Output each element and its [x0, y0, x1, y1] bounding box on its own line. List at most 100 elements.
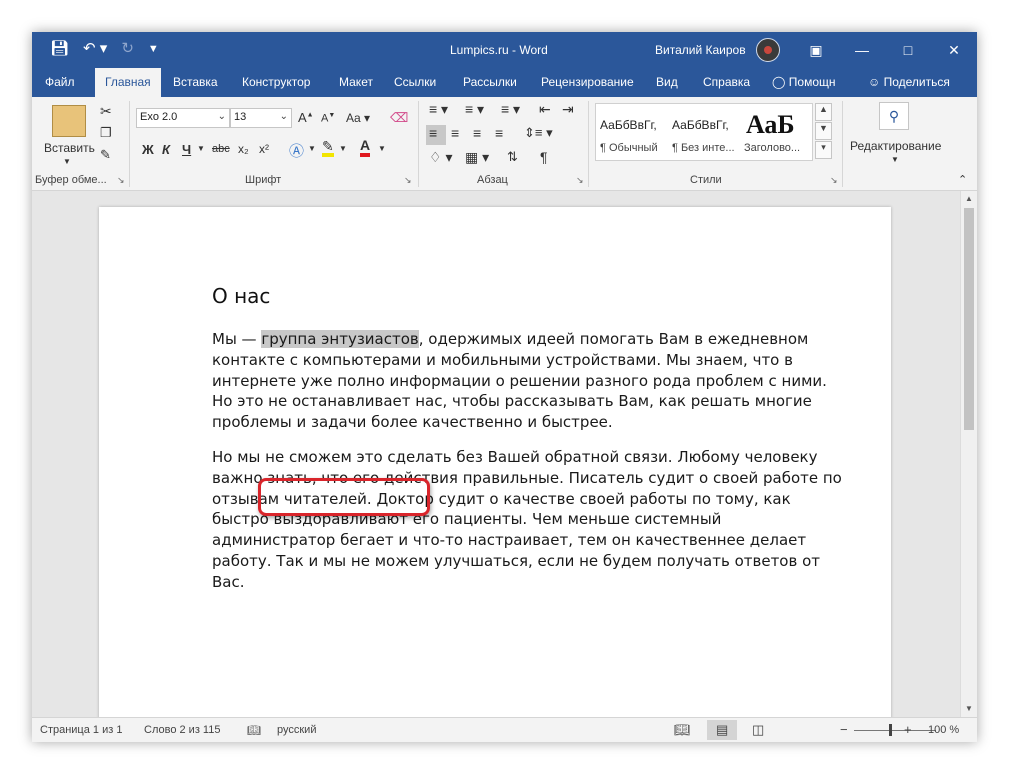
- show-marks-icon[interactable]: ¶: [540, 149, 548, 165]
- multilevel-list-icon[interactable]: ≡ ▾: [501, 101, 520, 118]
- paste-icon[interactable]: [52, 105, 86, 137]
- font-name-box[interactable]: Exo 2.0 ⌄: [136, 108, 230, 128]
- italic-button[interactable]: К: [162, 142, 170, 157]
- tell-me-search[interactable]: ◯ Помощн: [772, 75, 836, 89]
- copy-icon[interactable]: ❐: [100, 125, 112, 141]
- maximize-icon[interactable]: □: [885, 32, 931, 68]
- avatar[interactable]: [756, 38, 780, 62]
- style-heading[interactable]: АаБ Заголово...: [740, 104, 812, 160]
- web-layout-icon[interactable]: ◫: [752, 722, 764, 738]
- shading-icon[interactable]: ♢ ▾: [429, 149, 452, 166]
- collapse-ribbon-icon[interactable]: ⌃: [958, 173, 967, 186]
- proofing-icon[interactable]: 📖︎: [247, 724, 261, 737]
- scroll-up-icon[interactable]: ▲: [961, 191, 977, 207]
- word-count[interactable]: Слово 2 из 115: [144, 724, 220, 736]
- subscript-button[interactable]: x₂: [238, 142, 249, 156]
- bold-button[interactable]: Ж: [142, 142, 154, 157]
- save-icon[interactable]: 💾︎: [50, 40, 69, 58]
- line-spacing-icon[interactable]: ⇕≡ ▾: [524, 125, 553, 141]
- text-effects-dropdown-icon[interactable]: ▼: [308, 144, 316, 153]
- heading[interactable]: О нас: [212, 284, 270, 308]
- chevron-down-icon[interactable]: ⌄: [280, 111, 288, 122]
- paste-dropdown-icon[interactable]: ▼: [63, 157, 71, 166]
- more-styles-icon[interactable]: ▾: [815, 141, 832, 159]
- grow-font-icon[interactable]: A▲: [298, 110, 314, 125]
- font-group-label: Шрифт: [245, 174, 282, 186]
- scroll-thumb[interactable]: [964, 208, 974, 430]
- selected-text[interactable]: группа энтузиастов: [261, 330, 419, 348]
- clipboard-launcher-icon[interactable]: ↘: [117, 175, 125, 186]
- style-no-spacing[interactable]: АаБбВвГг, ¶ Без инте...: [668, 104, 740, 160]
- tab-insert[interactable]: Вставка: [173, 75, 218, 89]
- tab-help[interactable]: Справка: [703, 75, 750, 89]
- customize-qat-icon[interactable]: ▼: [148, 40, 159, 58]
- zoom-slider-knob[interactable]: [889, 724, 892, 736]
- format-painter-icon[interactable]: ✎: [100, 147, 111, 163]
- shrink-font-icon[interactable]: A▼: [321, 112, 335, 125]
- paragraph-2[interactable]: Но мы не сможем это сделать без Вашей об…: [212, 447, 842, 593]
- tab-mailings[interactable]: Рассылки: [463, 75, 517, 89]
- page-count[interactable]: Страница 1 из 1: [40, 724, 122, 736]
- strikethrough-button[interactable]: abc: [212, 143, 230, 155]
- style-preview: АаБ: [746, 110, 795, 139]
- document-page[interactable]: О нас Мы — группа энтузиастов, одержимых…: [99, 207, 891, 717]
- align-center-icon[interactable]: ≡: [451, 125, 459, 141]
- zoom-slider[interactable]: [854, 730, 936, 731]
- style-normal[interactable]: АаБбВвГг, ¶ Обычный: [596, 104, 668, 160]
- ribbon-display-icon[interactable]: ▣: [793, 32, 839, 68]
- underline-button[interactable]: Ч: [182, 142, 191, 157]
- undo-icon[interactable]: ↶ ▾: [83, 40, 107, 58]
- zoom-level[interactable]: 100 %: [928, 724, 959, 736]
- find-icon[interactable]: ⚲: [879, 102, 909, 130]
- chevron-down-icon[interactable]: ⌄: [218, 111, 226, 122]
- chevron-down-icon[interactable]: ▼: [815, 122, 832, 140]
- change-case-button[interactable]: Aa ▾: [346, 111, 370, 125]
- font-color-dropdown-icon[interactable]: ▼: [378, 144, 386, 153]
- user-name[interactable]: Виталий Каиров: [655, 43, 746, 57]
- vertical-scrollbar[interactable]: ▲ ▼: [960, 191, 977, 717]
- font-color-icon[interactable]: A: [360, 137, 371, 157]
- increase-indent-icon[interactable]: ⇥: [562, 101, 574, 118]
- tab-design[interactable]: Конструктор: [242, 75, 310, 89]
- borders-icon[interactable]: ▦ ▾: [465, 149, 489, 166]
- editing-button[interactable]: Редактирование: [850, 139, 941, 153]
- sort-icon[interactable]: ⇅: [507, 149, 518, 165]
- tab-file[interactable]: Файл: [45, 75, 75, 89]
- zoom-in-button[interactable]: +: [904, 722, 912, 737]
- clear-formatting-icon[interactable]: ⌫: [390, 110, 408, 126]
- chevron-up-icon[interactable]: ▲: [815, 103, 832, 121]
- superscript-button[interactable]: x²: [259, 142, 269, 156]
- paragraph-launcher-icon[interactable]: ↘: [576, 175, 584, 186]
- font-size-box[interactable]: 13 ⌄: [230, 108, 292, 128]
- read-mode-icon[interactable]: 📖︎: [674, 722, 691, 738]
- close-icon[interactable]: ✕: [931, 32, 977, 68]
- highlight-dropdown-icon[interactable]: ▼: [339, 144, 347, 153]
- tab-layout[interactable]: Макет: [339, 75, 373, 89]
- language-indicator[interactable]: русский: [277, 724, 316, 736]
- minimize-icon[interactable]: —: [839, 32, 885, 68]
- zoom-out-button[interactable]: −: [840, 722, 848, 737]
- cut-icon[interactable]: ✂: [100, 103, 112, 120]
- paste-button[interactable]: Вставить: [44, 141, 95, 155]
- paragraph-1[interactable]: Мы — группа энтузиастов, одержимых идеей…: [212, 329, 842, 433]
- redo-icon[interactable]: ↻: [121, 40, 134, 58]
- text-effects-icon[interactable]: Ⓐ: [289, 140, 304, 161]
- align-right-icon[interactable]: ≡: [473, 125, 481, 141]
- highlight-icon[interactable]: ✎: [322, 139, 334, 157]
- style-name: Заголово...: [744, 142, 801, 154]
- share-button[interactable]: ☺ Поделиться: [868, 75, 950, 89]
- tab-view[interactable]: Вид: [656, 75, 678, 89]
- tab-home[interactable]: Главная: [95, 68, 161, 97]
- tab-review[interactable]: Рецензирование: [541, 75, 634, 89]
- tab-references[interactable]: Ссылки: [394, 75, 436, 89]
- styles-launcher-icon[interactable]: ↘: [830, 175, 838, 186]
- underline-dropdown-icon[interactable]: ▼: [197, 144, 205, 153]
- numbering-icon[interactable]: ≡ ▾: [465, 101, 484, 118]
- decrease-indent-icon[interactable]: ⇤: [539, 101, 551, 118]
- font-size-value: 13: [234, 111, 247, 123]
- editing-dropdown-icon[interactable]: ▼: [891, 155, 899, 164]
- bullets-icon[interactable]: ≡ ▾: [429, 101, 448, 118]
- scroll-down-icon[interactable]: ▼: [961, 701, 977, 717]
- font-launcher-icon[interactable]: ↘: [404, 175, 412, 186]
- justify-icon[interactable]: ≡: [495, 125, 503, 141]
